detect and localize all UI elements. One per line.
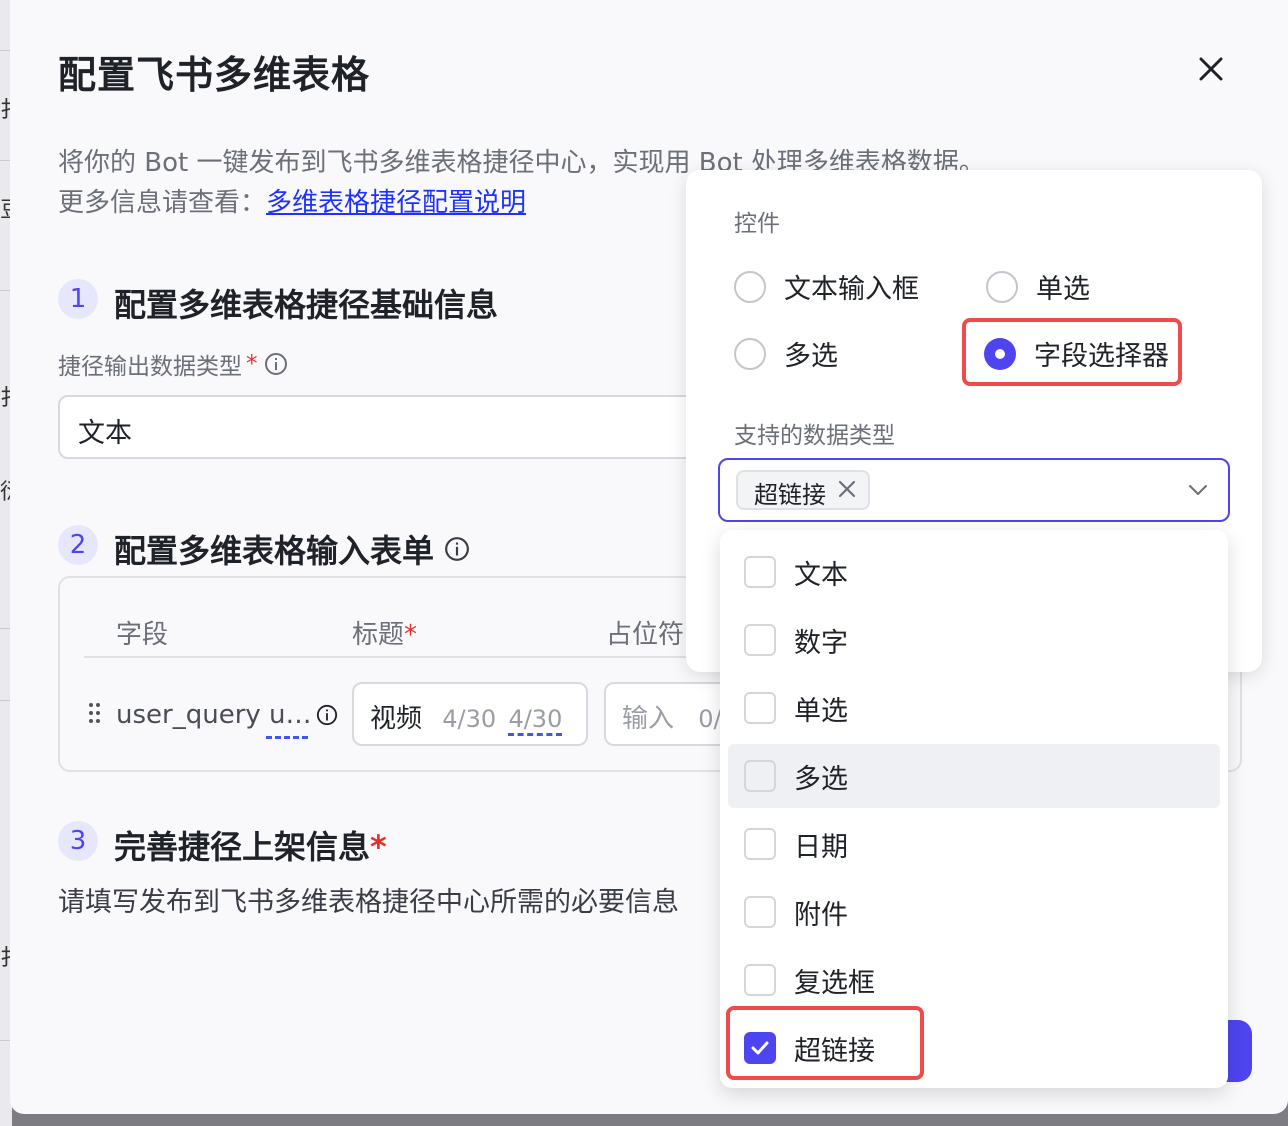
step-2-badge: 2 — [58, 525, 98, 565]
option-checkbox[interactable]: 复选框 — [728, 948, 1220, 1012]
step-3-title: 完善捷径上架信息 — [114, 828, 371, 866]
info-icon[interactable] — [264, 352, 288, 376]
required-mark: * — [404, 620, 418, 650]
checkbox[interactable] — [744, 964, 776, 996]
output-type-label: 捷径输出数据类型 * — [58, 347, 288, 381]
radio-label: 单选 — [1036, 274, 1090, 305]
data-types-select[interactable]: 超链接 — [718, 458, 1230, 522]
radio-text-input[interactable]: 文本输入框 — [734, 267, 919, 306]
placeholder-input-hint: 输入 — [622, 704, 675, 734]
option-label: 多选 — [794, 763, 848, 795]
option-label: 日期 — [794, 831, 848, 863]
column-header-placeholder: 占位符 — [606, 620, 685, 650]
divider — [0, 160, 10, 161]
checkbox[interactable] — [744, 760, 776, 792]
divider — [0, 700, 10, 701]
modal-title: 配置飞书多维表格 — [58, 53, 371, 97]
divider — [0, 50, 10, 51]
radio-multi-select[interactable]: 多选 — [734, 334, 838, 373]
data-types-dropdown: 文本 数字 单选 多选 日期 附件 复选框 超链接 — [720, 530, 1228, 1088]
title-input-value: 视频 — [370, 704, 423, 734]
option-attachment[interactable]: 附件 — [728, 880, 1220, 944]
step-2-title: 配置多维表格输入表单 — [114, 532, 435, 570]
controls-label: 控件 — [734, 211, 780, 237]
divider — [0, 1040, 10, 1041]
title-input[interactable]: 视频 4/30 4/30 — [352, 682, 588, 746]
option-date[interactable]: 日期 — [728, 812, 1220, 876]
field-name-text: user_query u… — [116, 700, 312, 730]
field-name-underline — [266, 736, 308, 739]
option-number[interactable]: 数字 — [728, 608, 1220, 672]
info-icon[interactable] — [316, 704, 338, 726]
checkmark-icon — [751, 1041, 769, 1055]
checkbox[interactable] — [744, 896, 776, 928]
close-button[interactable] — [1194, 52, 1228, 86]
column-header-title-text: 标题 — [352, 620, 405, 650]
column-header-title: 标题* — [352, 614, 417, 651]
data-types-label: 支持的数据类型 — [734, 423, 895, 449]
tag-label: 超链接 — [754, 481, 826, 509]
radio-circle — [734, 270, 766, 303]
column-header-field: 字段 — [116, 620, 169, 650]
option-label: 数字 — [794, 627, 848, 659]
option-label: 超链接 — [794, 1035, 875, 1067]
step-3-heading: 完善捷径上架信息* — [114, 822, 387, 868]
step-2-heading: 配置多维表格输入表单 — [114, 526, 470, 572]
output-type-select[interactable]: 文本 — [58, 395, 758, 459]
chevron-down-icon[interactable] — [1186, 478, 1210, 502]
selected-tag: 超链接 — [736, 470, 870, 510]
checkbox[interactable] — [744, 624, 776, 656]
info-icon[interactable] — [444, 536, 470, 562]
radio-circle — [986, 270, 1018, 303]
option-single-select[interactable]: 单选 — [728, 676, 1220, 740]
config-guide-link[interactable]: 多维表格捷径配置说明 — [266, 188, 526, 218]
checkbox[interactable] — [744, 556, 776, 588]
field-name: user_query u… — [116, 700, 312, 730]
step-1-badge: 1 — [58, 279, 98, 319]
option-text[interactable]: 文本 — [728, 540, 1220, 604]
char-counter: 0/ — [698, 705, 722, 733]
step-1-title: 配置多维表格捷径基础信息 — [114, 286, 499, 324]
divider — [0, 290, 10, 291]
output-type-label-text: 捷径输出数据类型 — [58, 354, 242, 380]
option-label: 附件 — [794, 899, 848, 931]
option-label: 单选 — [794, 695, 848, 727]
step-3-badge: 3 — [58, 821, 98, 861]
more-info-prefix: 更多信息请查看： — [58, 188, 267, 218]
required-mark: * — [246, 351, 258, 377]
radio-circle — [734, 337, 766, 370]
checkbox[interactable] — [744, 692, 776, 724]
modal-description-more: 更多信息请查看：多维表格捷径配置说明 — [58, 182, 526, 219]
tag-remove-icon[interactable] — [836, 475, 858, 501]
checkbox-checked[interactable] — [744, 1032, 776, 1064]
divider — [0, 628, 10, 629]
radio-label: 字段选择器 — [1034, 341, 1169, 372]
option-multi-select[interactable]: 多选 — [728, 744, 1220, 808]
drag-handle-icon[interactable] — [88, 702, 104, 726]
char-counter: 4/30 — [508, 705, 563, 736]
radio-circle-selected — [984, 337, 1016, 370]
required-mark: * — [370, 828, 387, 866]
radio-label: 文本输入框 — [784, 274, 919, 305]
option-label: 复选框 — [794, 967, 875, 999]
option-hyperlink[interactable]: 超链接 — [728, 1016, 908, 1080]
step-3-description: 请填写发布到飞书多维表格捷径中心所需的必要信息 — [58, 887, 679, 918]
checkbox[interactable] — [744, 828, 776, 860]
char-counter: 4/30 — [442, 705, 497, 733]
close-icon — [1199, 57, 1223, 81]
radio-label: 多选 — [784, 341, 838, 372]
radio-single-select[interactable]: 单选 — [986, 267, 1090, 306]
radio-field-selector[interactable]: 字段选择器 — [984, 334, 1169, 373]
option-label: 文本 — [794, 559, 848, 591]
